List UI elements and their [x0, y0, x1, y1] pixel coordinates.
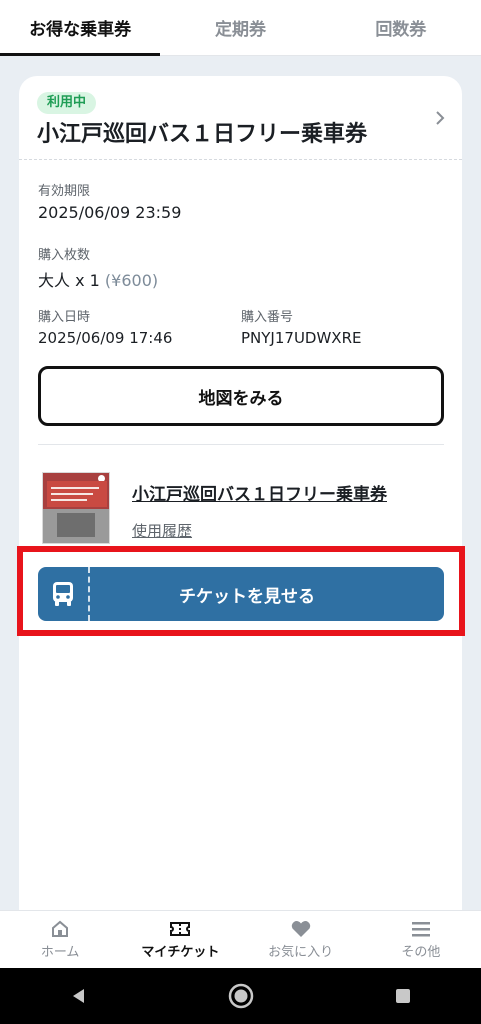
view-map-button[interactable]: 地図をみる: [38, 366, 444, 426]
tab-commuter-pass[interactable]: 定期券: [160, 0, 320, 55]
ticket-thumbnail-image: [42, 472, 110, 544]
show-ticket-label: チケットを見せる: [179, 586, 315, 607]
system-nav-bar: [0, 968, 481, 1024]
show-ticket-button[interactable]: チケットを見せる: [38, 567, 444, 621]
ticket-card: 利用中 小江戸巡回バス１日フリー乗車券 有効期限 2025/06/09 23:5…: [19, 76, 462, 936]
recents-icon[interactable]: [394, 987, 412, 1005]
bus-icon-zone: [38, 567, 90, 621]
menu-icon: [411, 921, 430, 936]
nav-home-label: ホーム: [40, 944, 80, 960]
ticket-card-header[interactable]: 利用中 小江戸巡回バス１日フリー乗車券: [19, 76, 462, 160]
nav-favorites-label: お気に入り: [268, 944, 334, 960]
chevron-right-icon[interactable]: [432, 110, 448, 126]
nav-favorites[interactable]: お気に入り: [241, 911, 361, 968]
usage-history-link[interactable]: 使用履歴: [132, 520, 192, 541]
purchase-date-value: 2025/06/09 17:46: [38, 329, 173, 347]
home-circle-icon[interactable]: [227, 982, 255, 1010]
quantity-value-row: 大人 x 1 (¥600): [38, 267, 158, 291]
nav-my-tickets[interactable]: マイチケット: [120, 911, 240, 968]
nav-my-tickets-label: マイチケット: [141, 944, 220, 960]
ticket-title: 小江戸巡回バス１日フリー乗車券: [37, 122, 368, 147]
valid-until-value: 2025/06/09 23:59: [38, 203, 182, 222]
top-tabs: お得な乗車券 定期券 回数券: [0, 0, 481, 56]
product-title-link[interactable]: 小江戸巡回バス１日フリー乗車券: [132, 480, 387, 505]
status-badge: 利用中: [37, 92, 97, 114]
valid-until-field: 有効期限 2025/06/09 23:59: [38, 180, 181, 222]
nav-home[interactable]: ホーム: [0, 911, 120, 968]
bottom-nav: ホーム マイチケット お気に入り その他: [0, 910, 481, 968]
home-icon: [52, 920, 69, 937]
purchase-number-field: 購入番号 PNYJ17UDWXRE: [241, 306, 361, 347]
ticket-icon: [170, 921, 191, 936]
purchase-number-value: PNYJ17UDWXRE: [241, 329, 362, 347]
bus-icon: [53, 582, 73, 606]
back-icon[interactable]: [69, 986, 89, 1006]
price-value: (¥600): [104, 271, 159, 290]
nav-other-label: その他: [401, 944, 441, 960]
tab-coupon-tickets[interactable]: 回数券: [321, 0, 481, 55]
quantity-label: 購入枚数: [38, 248, 91, 263]
heart-icon: [291, 920, 310, 937]
quantity-value: 大人 x 1: [38, 271, 100, 290]
divider: [38, 444, 444, 445]
purchase-date-field: 購入日時 2025/06/09 17:46: [38, 306, 172, 347]
purchase-number-label: 購入番号: [241, 310, 294, 325]
valid-until-label: 有効期限: [38, 184, 91, 199]
tab-discount-tickets[interactable]: お得な乗車券: [0, 0, 161, 56]
purchase-date-label: 購入日時: [38, 310, 91, 325]
nav-other[interactable]: その他: [361, 911, 481, 968]
quantity-field: 購入枚数 大人 x 1 (¥600): [38, 244, 158, 291]
